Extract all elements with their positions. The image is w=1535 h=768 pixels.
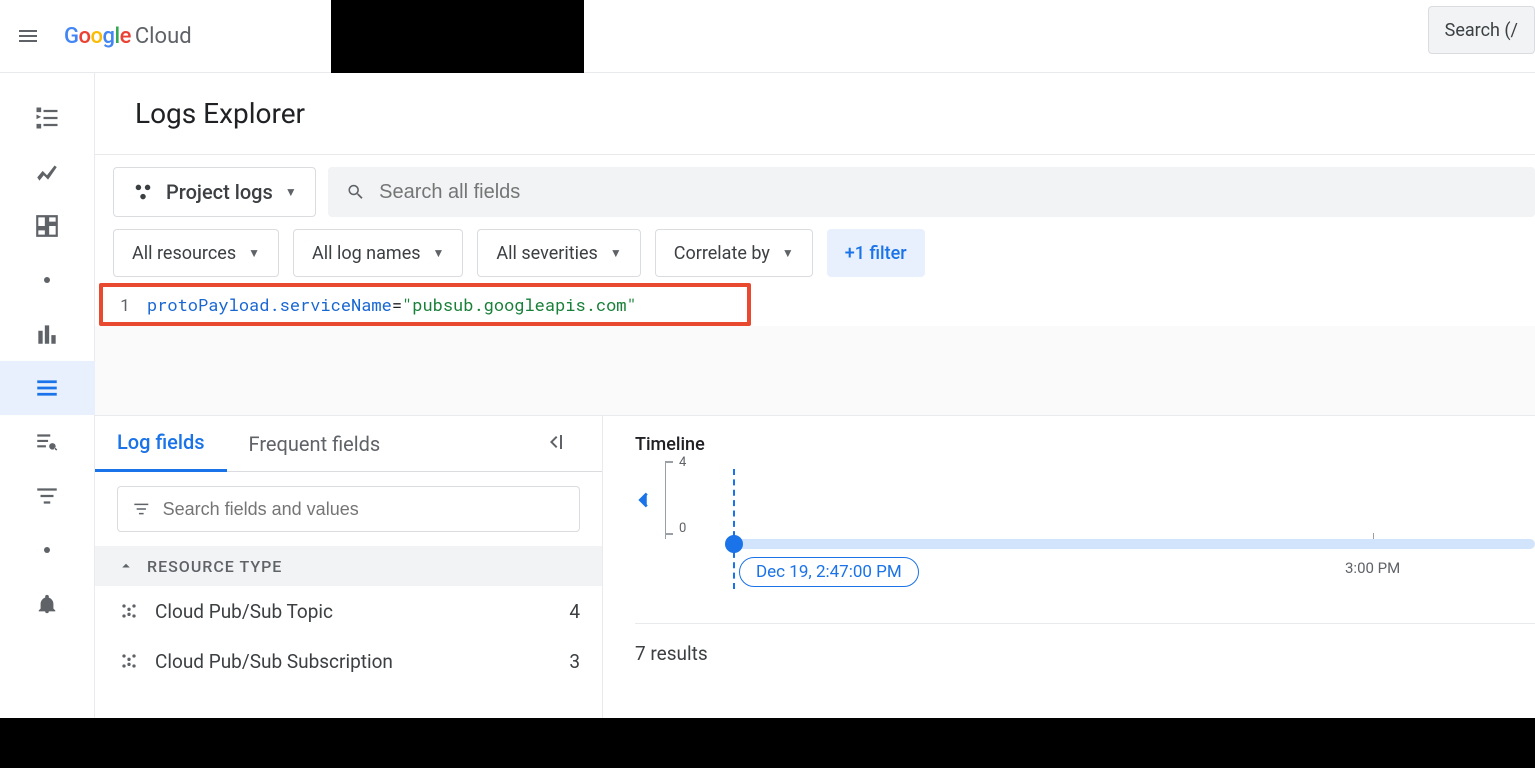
nav-dot1-icon[interactable] bbox=[0, 253, 95, 307]
group-header-resource-type[interactable]: RESOURCE TYPE bbox=[95, 546, 602, 586]
chevron-up-icon bbox=[117, 557, 135, 575]
query-op: = bbox=[392, 293, 402, 316]
query-line-number: 1 bbox=[103, 293, 147, 316]
caret-down-icon: ▼ bbox=[610, 246, 622, 260]
scatter-icon bbox=[117, 651, 141, 671]
field-count: 4 bbox=[569, 600, 580, 623]
timeline-panel: Timeline 4 0 Dec 19, 2:47:00 PM 3:00 PM bbox=[603, 416, 1535, 768]
lower-panels: Log fields Frequent fields RESOURCE TYPE bbox=[95, 416, 1535, 768]
add-filter-button[interactable]: +1 filter bbox=[827, 229, 925, 277]
bottom-black-bar bbox=[0, 718, 1535, 768]
collapse-panel-button[interactable] bbox=[534, 430, 574, 458]
top-search-button[interactable]: Search (/ bbox=[1428, 6, 1535, 54]
fields-panel: Log fields Frequent fields RESOURCE TYPE bbox=[95, 416, 603, 768]
query-key: protoPayload.serviceName bbox=[147, 293, 392, 316]
nav-barchart-icon[interactable] bbox=[0, 307, 95, 361]
timeline-back-button[interactable] bbox=[633, 489, 655, 515]
field-label: Cloud Pub/Sub Subscription bbox=[155, 650, 393, 673]
filter-resources[interactable]: All resources▼ bbox=[113, 229, 279, 277]
timeline-track[interactable] bbox=[733, 539, 1535, 549]
y-tick-min: 0 bbox=[679, 521, 686, 536]
scope-selector[interactable]: Project logs ▼ bbox=[113, 167, 316, 217]
nav-dot2-icon[interactable] bbox=[0, 523, 95, 577]
fields-tabs: Log fields Frequent fields bbox=[95, 416, 602, 472]
scatter-icon bbox=[117, 601, 141, 621]
caret-down-icon: ▼ bbox=[433, 246, 445, 260]
menu-icon[interactable] bbox=[16, 24, 40, 48]
filter-lognames[interactable]: All log names▼ bbox=[293, 229, 463, 277]
content-area: Logs Explorer Project logs ▼ All resourc… bbox=[95, 73, 1535, 768]
query-text[interactable]: protoPayload.serviceName="pubsub.googlea… bbox=[147, 293, 637, 316]
timeline-handle[interactable] bbox=[725, 535, 743, 553]
timeline-start-pill[interactable]: Dec 19, 2:47:00 PM bbox=[739, 557, 919, 587]
scope-label: Project logs bbox=[166, 180, 273, 204]
results-count: 7 results bbox=[635, 623, 1535, 665]
tab-frequent-fields[interactable]: Frequent fields bbox=[227, 416, 403, 472]
fields-search-input[interactable] bbox=[163, 499, 565, 520]
page-title-row: Logs Explorer bbox=[95, 73, 1535, 155]
redacted-project-selector[interactable] bbox=[331, 0, 584, 73]
tab-log-fields[interactable]: Log fields bbox=[95, 416, 227, 472]
caret-down-icon: ▼ bbox=[285, 185, 297, 199]
timeline-y-axis bbox=[665, 461, 666, 539]
nav-logs-icon[interactable] bbox=[0, 361, 95, 415]
field-row-pubsub-subscription[interactable]: Cloud Pub/Sub Subscription 3 bbox=[95, 636, 602, 686]
logo-cloud-text: Cloud bbox=[135, 24, 192, 49]
page-title: Logs Explorer bbox=[135, 97, 1535, 130]
fields-search[interactable] bbox=[117, 486, 580, 532]
timeline-marker-line bbox=[733, 469, 735, 589]
search-icon bbox=[346, 182, 365, 202]
nav-logs-search-icon[interactable] bbox=[0, 415, 95, 469]
filter-icon bbox=[132, 499, 151, 519]
nav-dashboards-icon[interactable] bbox=[0, 199, 95, 253]
search-all-input[interactable] bbox=[379, 181, 1517, 204]
nav-overview-icon[interactable] bbox=[0, 91, 95, 145]
field-count: 3 bbox=[569, 650, 580, 673]
timeline-title: Timeline bbox=[635, 434, 1535, 455]
editor-gap bbox=[95, 326, 1535, 416]
caret-down-icon: ▼ bbox=[782, 246, 794, 260]
filter-correlate[interactable]: Correlate by▼ bbox=[655, 229, 813, 277]
y-tick-max: 4 bbox=[679, 455, 686, 470]
scope-search-row: Project logs ▼ bbox=[95, 155, 1535, 229]
caret-down-icon: ▼ bbox=[248, 246, 260, 260]
nav-bell-icon[interactable] bbox=[0, 577, 95, 631]
query-val: "pubsub.googleapis.com" bbox=[402, 293, 637, 316]
field-row-pubsub-topic[interactable]: Cloud Pub/Sub Topic 4 bbox=[95, 586, 602, 636]
nav-metrics-icon[interactable] bbox=[0, 145, 95, 199]
field-label: Cloud Pub/Sub Topic bbox=[155, 600, 333, 623]
nav-filter-icon[interactable] bbox=[0, 469, 95, 523]
google-cloud-logo[interactable]: Google Cloud bbox=[64, 24, 192, 49]
search-all-fields[interactable] bbox=[328, 167, 1535, 217]
filter-severities[interactable]: All severities▼ bbox=[477, 229, 640, 277]
filter-chips-row: All resources▼ All log names▼ All severi… bbox=[95, 229, 1535, 285]
left-nav-rail bbox=[0, 73, 95, 768]
top-header: Google Cloud Search (/ bbox=[0, 0, 1535, 73]
timeline-tick-3pm: 3:00 PM bbox=[1345, 559, 1400, 577]
query-editor[interactable]: 1 protoPayload.serviceName="pubsub.googl… bbox=[99, 283, 751, 326]
timeline-chart[interactable]: 4 0 Dec 19, 2:47:00 PM 3:00 PM bbox=[635, 461, 1535, 581]
